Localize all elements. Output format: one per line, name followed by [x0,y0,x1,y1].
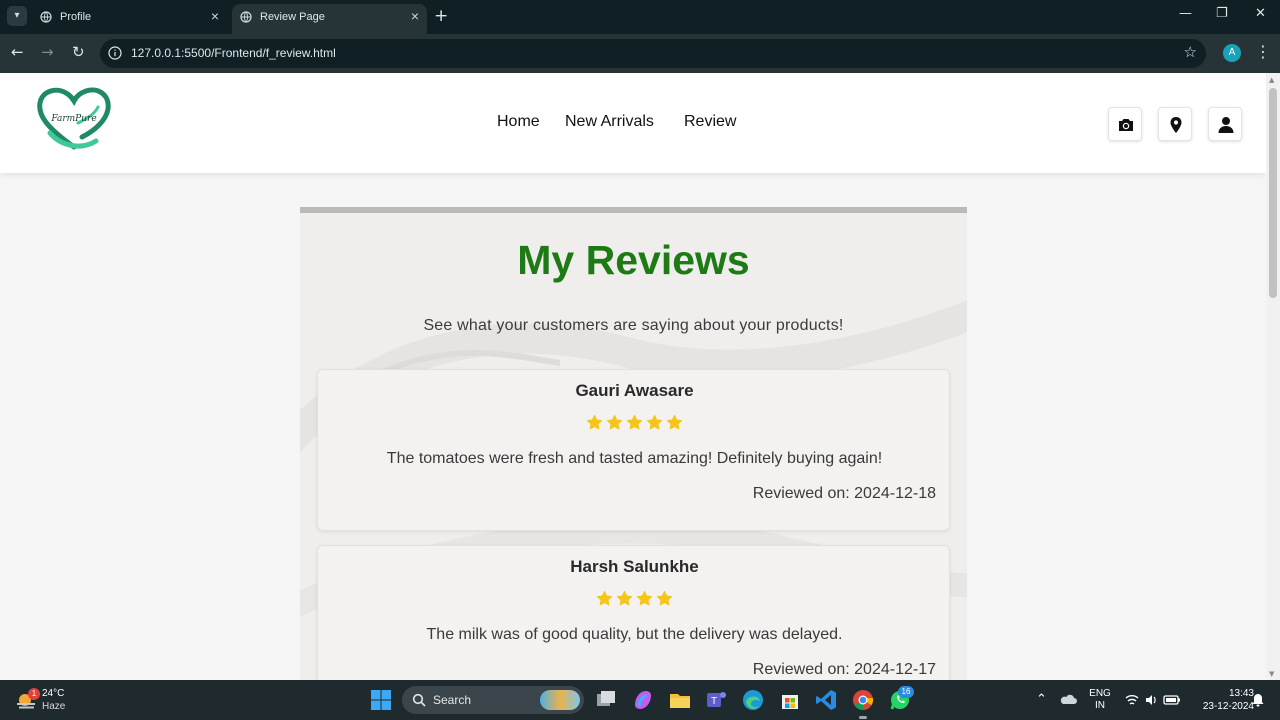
browser-tab-strip: ▾ Profile × Review Page × + — ❐ ✕ [0,0,1280,34]
star-icon [616,590,633,606]
star-rating [318,414,951,435]
tab-title: Profile [60,11,92,23]
volume-icon[interactable] [1144,693,1158,707]
nav-review[interactable]: Review [684,113,736,131]
clock-time: 13:43 [1228,688,1254,699]
scrollbar-thumb[interactable] [1269,88,1277,298]
tray-overflow-icon[interactable]: ⌃ [1036,691,1047,707]
review-card: Harsh Salunkhe The milk was of good qual… [317,545,950,680]
onedrive-icon[interactable] [1060,692,1078,708]
url-text[interactable]: 127.0.0.1:5500/Frontend/f_review.html [131,46,336,60]
back-icon[interactable]: ← [11,43,24,61]
clock-date: 23-12-2024 [1202,701,1254,712]
review-date: Reviewed on: 2024-12-17 [752,661,936,678]
chrome-icon[interactable] [851,688,875,712]
nav-home[interactable]: Home [497,113,540,131]
star-icon [606,414,623,430]
close-tab-icon[interactable]: × [211,8,219,24]
search-highlight-image [540,690,580,710]
star-icon [646,414,663,430]
bookmark-star-icon[interactable]: ☆ [1184,43,1197,61]
review-comment: The milk was of good quality, but the de… [426,626,843,643]
battery-icon[interactable] [1163,693,1181,707]
star-icon [656,590,673,606]
store-icon[interactable] [778,688,802,712]
logo-wordmark: FarmPure [50,114,96,124]
star-icon [596,590,613,606]
camera-button[interactable] [1108,107,1142,141]
chrome-active-indicator [859,716,867,719]
user-icon [1218,117,1234,133]
search-label: Search [433,693,472,707]
minimize-icon[interactable]: — [1179,6,1192,21]
notification-bell-icon[interactable] [1251,693,1265,707]
tab-review-page[interactable]: Review Page × [232,4,427,34]
browser-menu-icon[interactable]: ⋮ [1255,42,1271,61]
weather-badge: 1 [28,688,40,700]
browser-toolbar: ← → ↻ 127.0.0.1:5500/Frontend/f_review.h… [0,34,1280,73]
tab-title: Review Page [260,11,325,23]
location-button[interactable] [1158,107,1192,141]
new-tab-button[interactable]: + [434,6,448,26]
reviewer-name: Harsh Salunkhe [570,557,699,576]
star-icon [636,590,653,606]
tab-search-button[interactable]: ▾ [7,6,27,26]
edge-icon[interactable] [741,688,765,712]
scroll-up-icon[interactable]: ▲ [1269,76,1274,84]
review-card: Gauri Awasare The tomatoes were fresh an… [317,369,950,531]
globe-icon [240,11,252,23]
wifi-icon[interactable] [1125,693,1139,707]
weather-widget[interactable]: 1 24°C Haze [14,686,94,714]
vscode-icon[interactable] [814,688,838,712]
nav-new-arrivals[interactable]: New Arrivals [565,113,654,131]
reviews-panel: My Reviews See what your customers are s… [300,207,967,680]
language-indicator[interactable]: ENG IN [1087,688,1113,712]
reviewer-name: Gauri Awasare [575,381,694,400]
file-explorer-icon[interactable] [668,688,692,712]
page-title: My Reviews [517,237,750,283]
close-tab-icon[interactable]: × [411,8,419,24]
restore-icon[interactable]: ❐ [1216,6,1228,21]
reload-icon[interactable]: ↻ [72,43,85,61]
camera-icon [1119,119,1133,131]
page-viewport: FarmPure Home New Arrivals Review My Rev… [0,73,1266,680]
map-pin-icon [1170,117,1182,133]
farmpure-logo[interactable]: FarmPure [36,85,112,153]
star-icon [666,414,683,430]
task-view-icon[interactable] [594,688,618,712]
page-subtitle: See what your customers are saying about… [423,317,844,334]
star-icon [586,414,603,430]
scroll-down-icon[interactable]: ▼ [1269,670,1274,678]
taskbar-search[interactable]: Search [402,686,584,714]
whatsapp-badge: 16 [898,686,914,698]
weather-condition: Haze [42,701,66,712]
review-date: Reviewed on: 2024-12-18 [752,485,936,502]
copilot-icon[interactable] [631,688,655,712]
close-window-icon[interactable]: ✕ [1255,6,1266,21]
windows-taskbar: 1 24°C Haze Search T 16 ⌃ ENG IN 13:43 2… [0,680,1280,720]
site-header: FarmPure Home New Arrivals Review [0,73,1266,173]
star-rating [318,590,951,611]
search-icon [412,693,426,707]
weather-temp: 24°C [42,688,65,699]
site-info-icon[interactable] [108,46,122,60]
review-comment: The tomatoes were fresh and tasted amazi… [386,450,883,467]
language-line1: ENG [1089,688,1111,699]
star-icon [626,414,643,430]
tab-profile[interactable]: Profile × [32,4,227,34]
language-line2: IN [1095,700,1105,711]
teams-icon[interactable]: T [704,688,728,712]
address-bar[interactable]: 127.0.0.1:5500/Frontend/f_review.html ☆ [100,39,1206,68]
forward-icon[interactable]: → [41,43,54,61]
system-clock[interactable]: 13:43 23-12-2024 [1186,687,1254,713]
globe-icon [40,11,52,23]
windows-start-icon[interactable] [369,688,393,712]
svg-text:T: T [711,696,717,707]
profile-avatar[interactable]: A [1223,44,1241,62]
page-scrollbar[interactable]: ▲ ▼ [1266,73,1280,680]
account-button[interactable] [1208,107,1242,141]
